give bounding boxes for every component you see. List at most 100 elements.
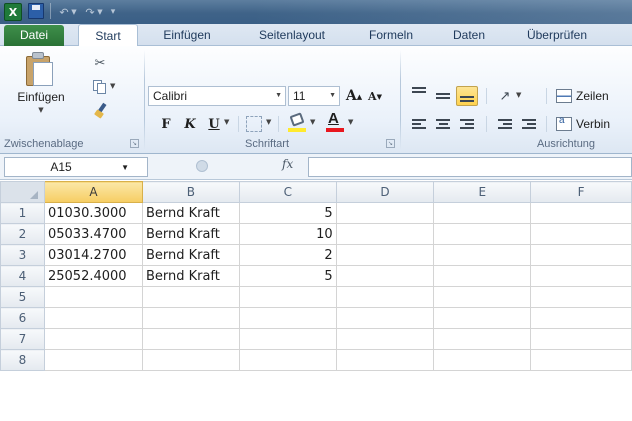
- increase-indent-icon[interactable]: [518, 114, 540, 134]
- cell[interactable]: [433, 307, 532, 329]
- tab-datei[interactable]: Datei: [4, 25, 64, 46]
- formula-bar-grip-icon[interactable]: [196, 160, 208, 172]
- cell[interactable]: [238, 328, 337, 350]
- cell[interactable]: [530, 223, 632, 245]
- align-center-icon[interactable]: [432, 114, 454, 134]
- cell[interactable]: [335, 202, 435, 224]
- align-bottom-icon[interactable]: [456, 86, 478, 106]
- cell[interactable]: [335, 349, 435, 371]
- cell[interactable]: Bernd Kraft: [141, 265, 240, 287]
- row-header[interactable]: 5: [0, 286, 45, 308]
- cell[interactable]: [335, 244, 435, 266]
- font-color-icon[interactable]: A: [324, 110, 346, 134]
- column-header-e[interactable]: E: [433, 181, 532, 203]
- name-box[interactable]: A15 ▼: [4, 157, 148, 177]
- column-header-c[interactable]: C: [238, 181, 337, 203]
- shrink-font-button[interactable]: A ▼: [366, 86, 384, 106]
- formula-input[interactable]: [308, 157, 632, 177]
- cell[interactable]: [238, 307, 337, 329]
- align-middle-icon[interactable]: [432, 86, 454, 106]
- decrease-indent-icon[interactable]: [494, 114, 516, 134]
- column-header-a[interactable]: A: [43, 181, 143, 203]
- cell[interactable]: [43, 349, 143, 371]
- tab-start[interactable]: Start: [78, 24, 138, 47]
- cell[interactable]: 05033.4700: [43, 223, 143, 245]
- clipboard-launcher-icon[interactable]: ↘: [130, 139, 139, 148]
- customize-quick-access-icon[interactable]: ▾: [106, 3, 120, 21]
- format-painter-icon[interactable]: [92, 102, 112, 120]
- cell[interactable]: [141, 328, 240, 350]
- column-header-d[interactable]: D: [335, 181, 435, 203]
- copy-dropdown-icon[interactable]: ▼: [110, 82, 115, 90]
- cell[interactable]: [433, 202, 532, 224]
- cell[interactable]: [433, 328, 532, 350]
- cell[interactable]: 10: [238, 223, 337, 245]
- orientation-dropdown-icon[interactable]: ▼: [516, 91, 521, 99]
- row-header[interactable]: 1: [0, 202, 45, 224]
- redo-dropdown-icon[interactable]: ▼: [96, 3, 104, 21]
- tab-seitenlayout[interactable]: Seitenlayout: [244, 24, 340, 46]
- tab-einfuegen[interactable]: Einfügen: [150, 24, 224, 46]
- cell[interactable]: [43, 328, 143, 350]
- cell[interactable]: [530, 244, 632, 266]
- tab-daten[interactable]: Daten: [440, 24, 498, 46]
- font-launcher-icon[interactable]: ↘: [386, 139, 395, 148]
- row-header[interactable]: 4: [0, 265, 45, 287]
- cell[interactable]: [530, 202, 632, 224]
- cell[interactable]: [335, 286, 435, 308]
- font-size-select[interactable]: 11 ▼: [288, 86, 340, 106]
- excel-logo-icon[interactable]: X: [4, 3, 22, 21]
- insert-function-button[interactable]: fx: [282, 157, 293, 171]
- italic-button[interactable]: K: [182, 114, 198, 134]
- cell[interactable]: 03014.2700: [43, 244, 143, 266]
- fill-color-dropdown-icon[interactable]: ▼: [310, 118, 315, 126]
- row-header[interactable]: 7: [0, 328, 45, 350]
- paste-dropdown-icon[interactable]: ▼: [37, 106, 45, 114]
- cell[interactable]: [530, 328, 632, 350]
- cell[interactable]: 5: [238, 202, 337, 224]
- borders-icon[interactable]: [246, 116, 262, 132]
- underline-dropdown-icon[interactable]: ▼: [224, 118, 229, 126]
- fill-color-icon[interactable]: [286, 112, 308, 134]
- grow-font-button[interactable]: A ▲: [344, 86, 364, 106]
- cell[interactable]: [141, 349, 240, 371]
- align-left-icon[interactable]: [408, 114, 430, 134]
- cell[interactable]: Bernd Kraft: [141, 202, 240, 224]
- underline-button[interactable]: U: [206, 114, 222, 134]
- row-header[interactable]: 3: [0, 244, 45, 266]
- align-right-icon[interactable]: [456, 114, 478, 134]
- cell[interactable]: [335, 265, 435, 287]
- row-header[interactable]: 8: [0, 349, 45, 371]
- cell[interactable]: [530, 307, 632, 329]
- select-all-corner[interactable]: [0, 181, 45, 203]
- font-color-dropdown-icon[interactable]: ▼: [348, 118, 353, 126]
- cell[interactable]: [141, 286, 240, 308]
- cell[interactable]: [433, 223, 532, 245]
- cell[interactable]: [530, 265, 632, 287]
- cell[interactable]: [43, 307, 143, 329]
- cell[interactable]: 5: [238, 265, 337, 287]
- merge-center-button[interactable]: Verbin: [556, 114, 610, 134]
- cell[interactable]: 25052.4000: [43, 265, 143, 287]
- cell[interactable]: [433, 244, 532, 266]
- copy-icon[interactable]: [90, 78, 110, 96]
- cell[interactable]: Bernd Kraft: [141, 223, 240, 245]
- cell[interactable]: [238, 286, 337, 308]
- align-top-icon[interactable]: [408, 84, 430, 104]
- row-header[interactable]: 2: [0, 223, 45, 245]
- row-header[interactable]: 6: [0, 307, 45, 329]
- cell[interactable]: [141, 307, 240, 329]
- cell[interactable]: 01030.3000: [43, 202, 143, 224]
- bold-button[interactable]: F: [158, 114, 174, 134]
- cell[interactable]: [335, 328, 435, 350]
- cell[interactable]: [530, 349, 632, 371]
- column-header-f[interactable]: F: [530, 181, 632, 203]
- borders-dropdown-icon[interactable]: ▼: [266, 118, 271, 126]
- cell[interactable]: [433, 286, 532, 308]
- name-box-dropdown-icon[interactable]: ▼: [121, 159, 129, 177]
- tab-ueberpruefen[interactable]: Überprüfen: [514, 24, 600, 46]
- column-header-b[interactable]: B: [141, 181, 240, 203]
- undo-dropdown-icon[interactable]: ▼: [70, 3, 78, 21]
- font-name-select[interactable]: Calibri ▼: [148, 86, 286, 106]
- tab-formeln[interactable]: Formeln: [356, 24, 426, 46]
